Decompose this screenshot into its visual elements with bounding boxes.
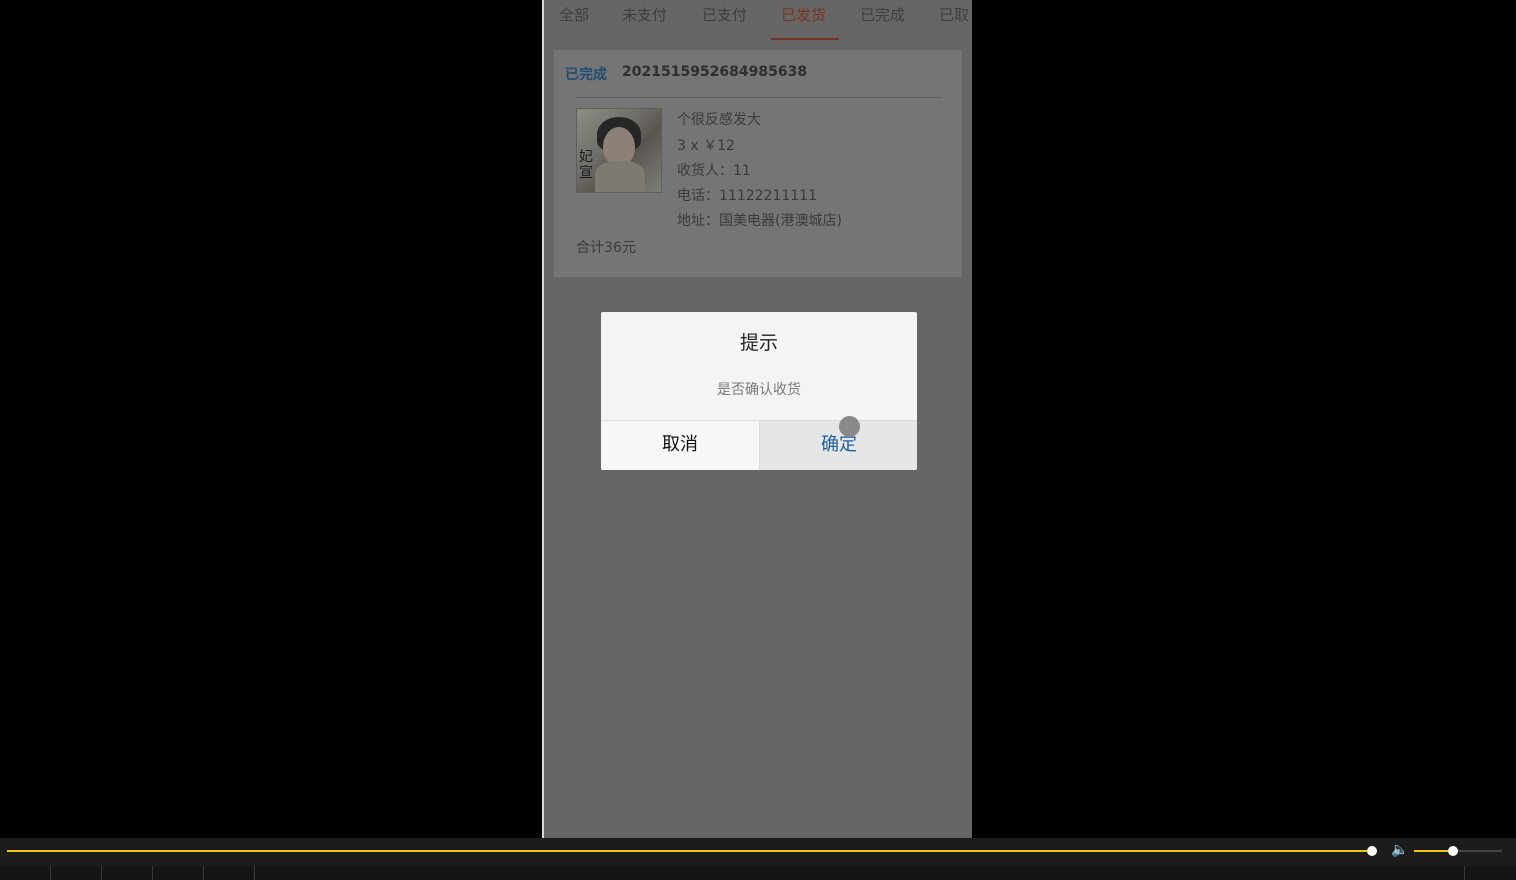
order-tabs: 全部 未支付 已支付 已发货 已完成 已取 <box>542 0 972 40</box>
toolbar-divider <box>152 866 153 880</box>
tab-completed[interactable]: 已完成 <box>860 4 905 26</box>
seek-bar[interactable] <box>7 850 1373 852</box>
toolbar-divider <box>101 866 102 880</box>
order-status: 已完成 <box>565 67 607 83</box>
volume-handle[interactable] <box>1448 846 1458 856</box>
phone-edge <box>542 0 544 838</box>
volume-icon[interactable]: 🔈 <box>1391 842 1408 858</box>
product-name: 个很反感发大 <box>677 112 761 128</box>
product-thumbnail[interactable]: 妃宣 <box>576 108 662 193</box>
dialog-message: 是否确认收货 <box>717 382 801 398</box>
thumbnail-body <box>595 161 645 192</box>
recipient: 收货人：11 <box>677 163 751 179</box>
active-tab-underline <box>771 38 839 40</box>
dialog-title: 提示 <box>739 332 778 354</box>
tab-unpaid[interactable]: 未支付 <box>622 4 667 26</box>
toolbar-divider <box>203 866 204 880</box>
bottom-toolbar <box>0 866 1516 880</box>
order-number: 2021515952684985638 <box>622 64 808 80</box>
tab-shipped[interactable]: 已发货 <box>781 4 826 26</box>
cancel-button[interactable]: 取消 <box>601 421 759 470</box>
toolbar-divider <box>50 866 51 880</box>
thumbnail-calligraphy: 妃宣 <box>579 149 593 181</box>
card-divider <box>576 97 942 98</box>
touch-indicator <box>839 416 860 437</box>
confirm-dialog: 提示 是否确认收货 取消 确定 <box>601 312 917 470</box>
toolbar-divider <box>254 866 255 880</box>
order-total: 合计36元 <box>576 240 636 256</box>
quantity-price: 3 x ￥12 <box>677 138 735 154</box>
confirm-button[interactable]: 确定 <box>759 421 917 470</box>
tab-all[interactable]: 全部 <box>559 4 589 26</box>
order-card[interactable]: 已完成 2021515952684985638 妃宣 个很反感发大 3 x ￥1… <box>554 50 962 277</box>
tab-paid[interactable]: 已支付 <box>702 4 747 26</box>
phone-number: 电话：11122211111 <box>677 188 817 204</box>
toolbar-divider <box>1464 866 1465 880</box>
seek-handle[interactable] <box>1367 846 1377 856</box>
tab-cancelled[interactable]: 已取 <box>939 4 969 26</box>
address: 地址：国美电器(港澳城店) <box>677 213 842 229</box>
dialog-buttons: 取消 确定 <box>601 420 917 470</box>
